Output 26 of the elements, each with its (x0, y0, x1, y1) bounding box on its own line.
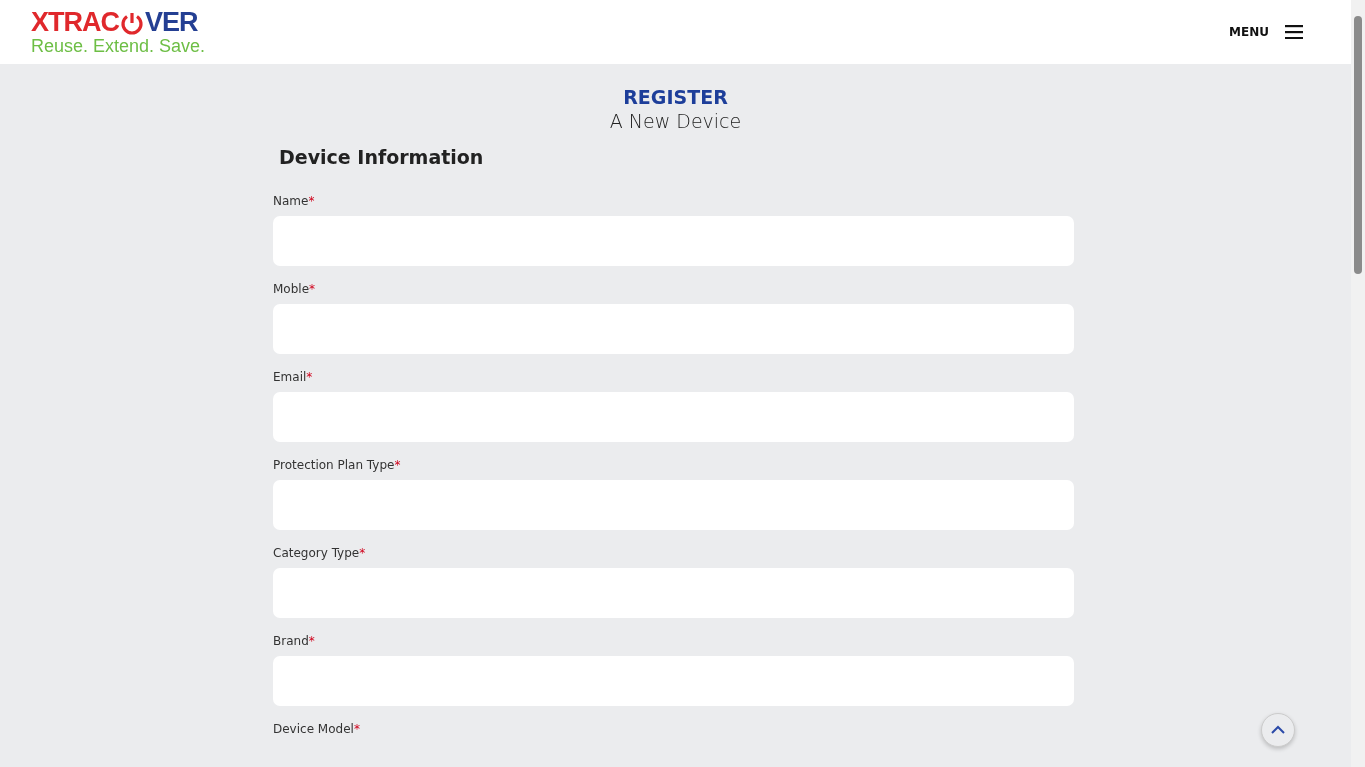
logo-wordmark: VER (145, 9, 198, 36)
required-mark: * (308, 634, 315, 648)
menu-button[interactable]: MENU (1229, 25, 1303, 39)
logo-tagline: Reuse. Extend. Save. (31, 37, 206, 55)
logo-wordmark: XTRAC (31, 9, 119, 36)
field-label: Moble* (273, 282, 317, 296)
field-label: Protection Plan Type* (273, 458, 402, 472)
page-subtitle: A New Device (609, 110, 742, 132)
required-mark: * (309, 282, 316, 296)
field-label: Category Type* (273, 546, 367, 560)
field-label: Brand* (273, 634, 316, 648)
page-title: REGISTER (623, 86, 728, 108)
section-heading: Device Information (279, 146, 485, 168)
required-mark: * (308, 194, 315, 208)
menu-icon (1285, 25, 1303, 39)
field-label: Device Model* (273, 722, 361, 736)
required-mark: * (306, 370, 313, 384)
required-mark: * (359, 546, 366, 560)
scroll-top-button[interactable] (1261, 713, 1295, 747)
field-label: Name* (273, 194, 316, 208)
required-mark: * (353, 722, 360, 736)
chevron-up-icon (1270, 725, 1286, 735)
scrollbar[interactable] (1351, 0, 1365, 767)
field-label: Email* (273, 370, 314, 384)
power-icon (120, 10, 144, 35)
required-mark: * (394, 458, 401, 472)
